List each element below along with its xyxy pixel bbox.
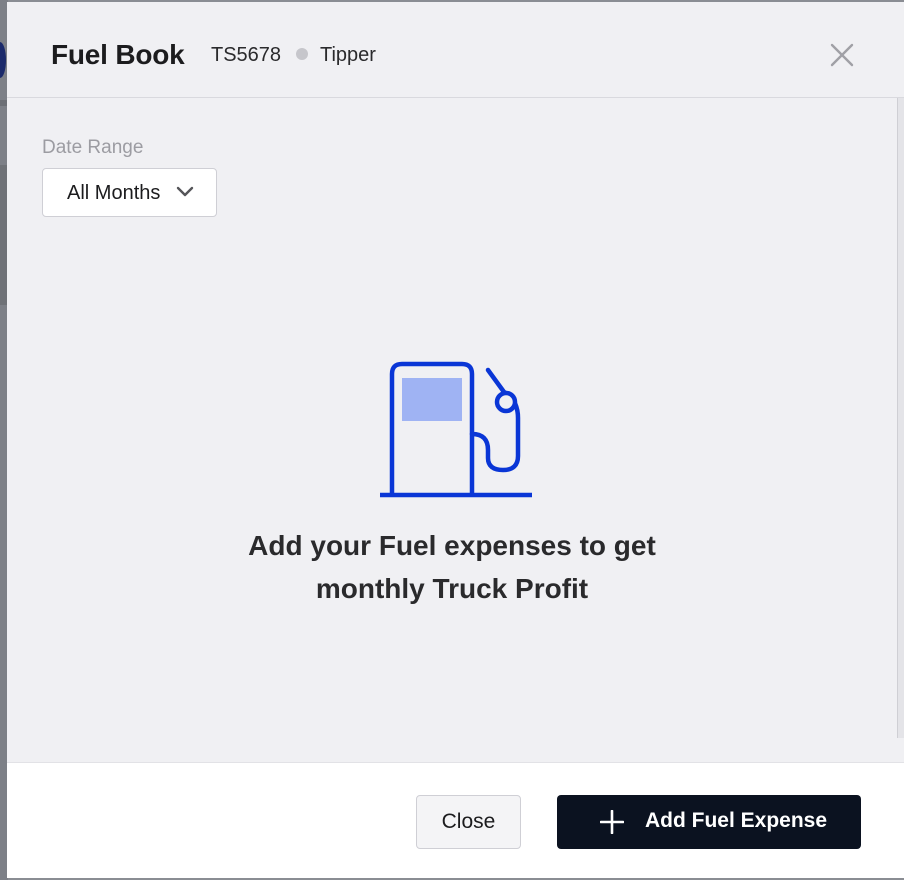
empty-state-line1: Add your Fuel expenses to get [248,530,656,561]
add-fuel-expense-label: Add Fuel Expense [645,809,828,832]
chevron-down-icon [176,185,194,199]
modal-body: Date Range All Months Add your Fuel expe… [7,98,904,761]
separator-dot [296,48,308,60]
date-range-value: All Months [67,182,161,204]
vehicle-type: Tipper [320,44,376,66]
scrollbar[interactable] [897,98,904,738]
close-icon[interactable] [829,42,855,68]
modal-header: Fuel Book TS5678 Tipper [7,2,904,98]
empty-state-message: Add your Fuel expenses to get monthly Tr… [207,524,697,610]
plus-icon [599,809,625,835]
add-fuel-expense-button[interactable]: Add Fuel Expense [557,795,861,849]
close-button[interactable]: Close [416,795,521,849]
fuel-pump-icon [380,360,532,500]
fuel-book-modal: Fuel Book TS5678 Tipper Date Range All M… [7,2,904,878]
empty-state-line2: monthly Truck Profit [315,573,589,604]
vehicle-number: TS5678 [211,44,282,66]
date-range-select[interactable]: All Months [42,168,217,217]
date-range-label: Date Range [42,137,144,158]
modal-title: Fuel Book [51,39,185,70]
modal-footer: Close Add Fuel Expense [7,762,904,878]
background-avatar [0,42,6,78]
